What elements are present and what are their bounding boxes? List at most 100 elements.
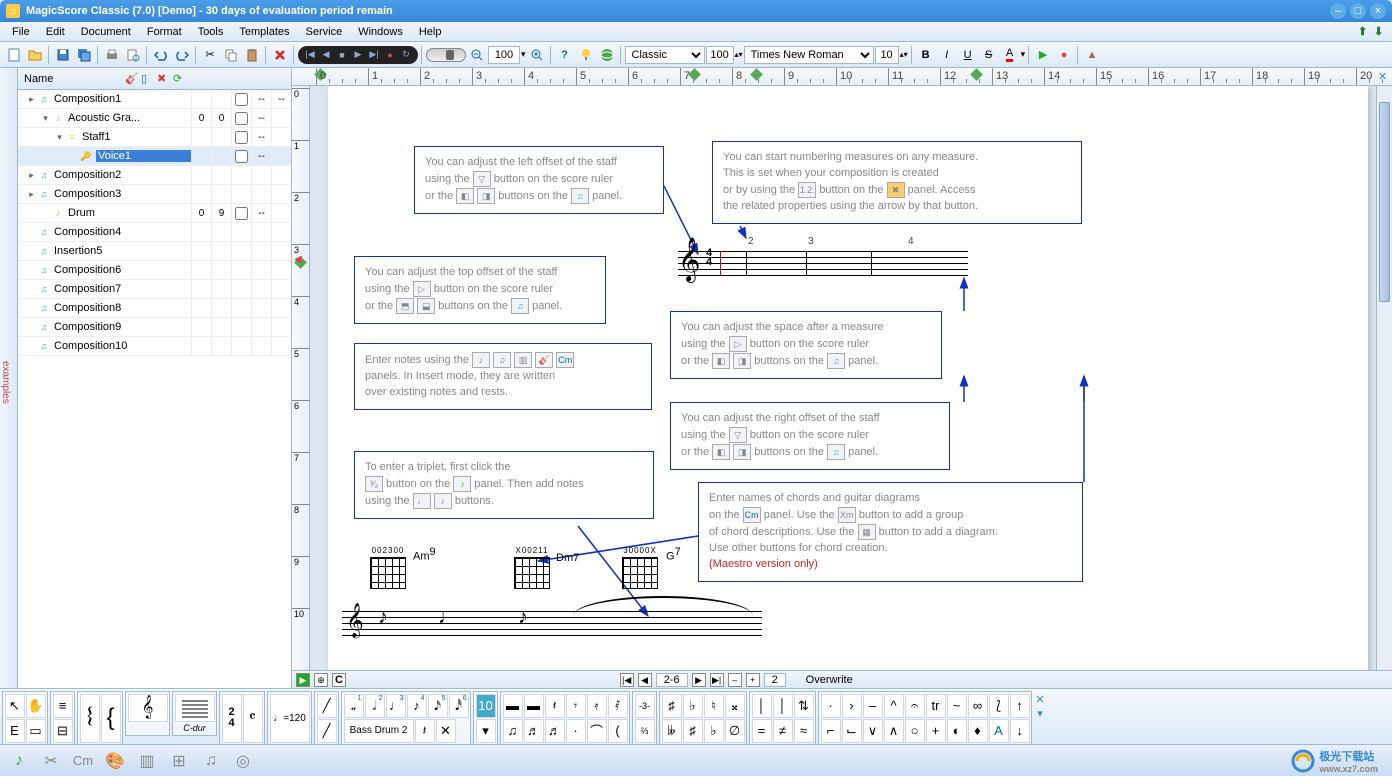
new-file-button[interactable] [4, 45, 24, 65]
launcher-compass-icon[interactable]: ◎ [230, 748, 256, 774]
score-canvas[interactable]: You can adjust the left offset of the st… [310, 86, 1376, 670]
sharp[interactable]: ♯ [662, 694, 682, 718]
web-button[interactable] [597, 45, 617, 65]
art-down[interactable]: ↓ [1010, 719, 1030, 743]
beam1[interactable]: ♫ [503, 719, 523, 743]
art-a[interactable]: A [989, 719, 1009, 743]
vertical-scrollbar[interactable] [1376, 86, 1392, 670]
stem-up[interactable]: │ [752, 694, 772, 718]
tree-row[interactable]: ▸♫Composition3 [18, 185, 291, 204]
select-tool[interactable]: ▭ [26, 719, 46, 743]
ruler-marker[interactable] [970, 68, 983, 81]
whole-rest[interactable]: ▬ [503, 694, 523, 718]
metronome-button[interactable]: ▲ [1082, 45, 1102, 65]
tree-col-checkbox[interactable] [231, 337, 251, 356]
tree-col-checkbox[interactable] [231, 109, 251, 128]
tree-expand-icon[interactable] [26, 341, 37, 351]
slur-tool[interactable]: ( [608, 719, 628, 743]
menu-file[interactable]: File [4, 24, 38, 40]
menu-service[interactable]: Service [298, 24, 351, 40]
double-sharp[interactable]: 𝄪 [725, 694, 745, 718]
launcher-notes-icon[interactable]: ♪ [6, 748, 32, 774]
first-button[interactable]: |◀ [304, 49, 316, 61]
tree-expand-icon[interactable] [26, 303, 37, 313]
art4[interactable]: ∧ [884, 719, 904, 743]
tree-col-checkbox[interactable] [231, 299, 251, 318]
print-preview-button[interactable] [123, 45, 143, 65]
style-size-input[interactable] [706, 46, 734, 64]
tree-row[interactable]: ▾≡Staff1-- [18, 128, 291, 147]
menu-document[interactable]: Document [73, 24, 139, 40]
line-tool[interactable]: ╱ [317, 694, 337, 718]
quarter-flat[interactable]: ♭ [704, 719, 724, 743]
eighth-rest[interactable]: 𝄾 [566, 694, 586, 718]
sixteenth-note[interactable]: 𝅘𝅥𝅯5 [428, 694, 448, 718]
tree-row[interactable]: ♫Composition10 [18, 337, 291, 356]
tree-row[interactable]: ♫Composition9 [18, 318, 291, 337]
status-next-button[interactable]: ▶ [692, 673, 706, 687]
cursor-tool[interactable]: ↖ [5, 694, 25, 718]
save-all-button[interactable] [74, 45, 94, 65]
status-dec-button[interactable]: – [728, 673, 742, 687]
tree-col-checkbox[interactable] [231, 147, 251, 166]
menu-nav-up-icon[interactable]: ⬆ [1358, 25, 1372, 39]
launcher-chord-icon[interactable]: Cm [70, 748, 96, 774]
font-combo[interactable]: Times New Roman [744, 46, 874, 64]
tuplet3[interactable]: -3- [635, 694, 655, 718]
whole-note[interactable]: 𝅝1 [344, 694, 364, 718]
menu-templates[interactable]: Templates [231, 24, 297, 40]
art1[interactable]: ⌐ [821, 719, 841, 743]
beam2[interactable]: ♬ [524, 719, 544, 743]
tempo-slider[interactable] [426, 48, 466, 62]
sidebar-tab-examples[interactable]: examples [0, 68, 18, 688]
marcato[interactable]: ^ [884, 694, 904, 718]
record-button[interactable]: ● [384, 49, 396, 61]
drum-combo[interactable]: Bass Drum 2 [344, 719, 414, 743]
tie-tool[interactable]: ⌒ [587, 719, 607, 743]
tree-expand-icon[interactable]: ▾ [54, 132, 65, 143]
erase-tool[interactable]: E [5, 719, 25, 743]
accent[interactable]: › [842, 694, 862, 718]
tree-col-checkbox[interactable] [231, 242, 251, 261]
vertical-ruler[interactable]: 012345678910◀ [292, 86, 310, 670]
menu-nav-down-icon[interactable]: ⬇ [1374, 25, 1388, 39]
art2[interactable]: ⌙ [842, 719, 862, 743]
text-tool[interactable]: ≡ [53, 694, 73, 718]
timesig-tool[interactable]: 24 [222, 694, 242, 743]
tree-doc-icon[interactable]: ▯ [141, 72, 155, 86]
tree-col-checkbox[interactable] [231, 90, 251, 109]
quarter-note[interactable]: ♩3 [386, 694, 406, 718]
tree-row[interactable]: ♫Composition8 [18, 299, 291, 318]
tree-row[interactable]: ♫Composition4 [18, 223, 291, 242]
tree-row[interactable]: ♪Drum09-- [18, 204, 291, 223]
tree-expand-icon[interactable] [68, 151, 79, 161]
horizontal-ruler[interactable]: ✕ [292, 68, 1392, 86]
stem-auto[interactable]: ⇅ [794, 694, 814, 718]
status-first-button[interactable]: |◀ [620, 673, 634, 687]
status-prev-button[interactable]: ◀ [638, 673, 652, 687]
half-note[interactable]: 𝅗𝅥2 [365, 694, 385, 718]
last-button[interactable]: ▶| [368, 49, 380, 61]
half-rest[interactable]: ▬ [524, 694, 544, 718]
palette-collapse-icon[interactable]: ▾ [1034, 707, 1046, 719]
delete-button[interactable] [270, 45, 290, 65]
play-score-button[interactable]: ▶ [1033, 45, 1053, 65]
tree-col-checkbox[interactable] [231, 318, 251, 337]
bold-button[interactable]: B [916, 45, 936, 65]
print-button[interactable] [102, 45, 122, 65]
turn[interactable]: ∞ [968, 694, 988, 718]
loop-button[interactable]: ↻ [400, 49, 412, 61]
acc-none[interactable]: ∅ [725, 719, 745, 743]
art3[interactable]: ∨ [863, 719, 883, 743]
zoom-out-button[interactable] [467, 45, 487, 65]
brace-tool[interactable]: { [101, 694, 121, 743]
clef-tool[interactable]: 𝄞 [128, 694, 168, 722]
help-button[interactable]: ? [555, 45, 575, 65]
close-button[interactable]: × [1370, 3, 1386, 19]
tree-col-checkbox[interactable] [231, 185, 251, 204]
tuplet-n[interactable]: ⅔ [635, 719, 655, 743]
palette-close-icon[interactable]: ✕ [1034, 693, 1046, 705]
italic-button[interactable]: I [937, 45, 957, 65]
art5[interactable]: ○ [905, 719, 925, 743]
ruler-v-cursor[interactable]: ◀ [294, 254, 302, 265]
